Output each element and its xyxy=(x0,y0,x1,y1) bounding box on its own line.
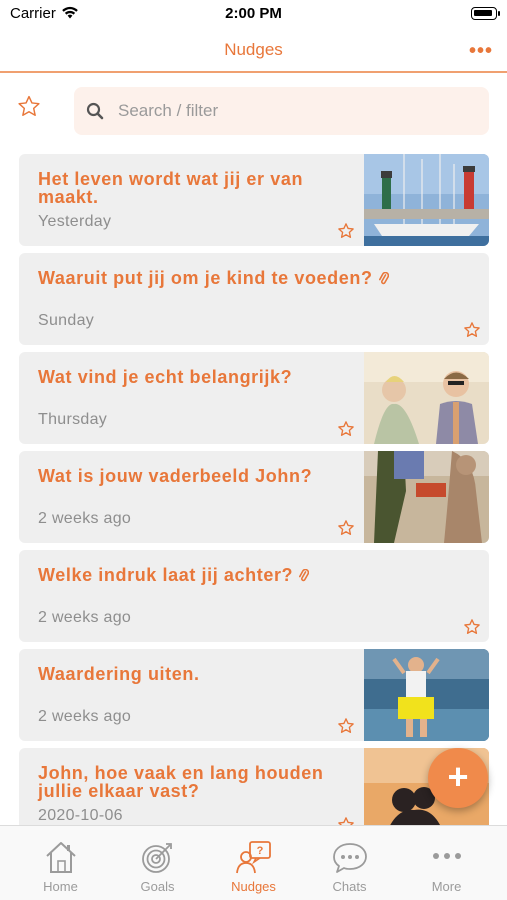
favorite-star-icon[interactable] xyxy=(463,618,481,636)
nudge-title-text: Waaruit put jij om je kind te voeden? xyxy=(38,268,373,288)
home-icon xyxy=(46,842,76,873)
nudge-title: Waaruit put jij om je kind te voeden? xyxy=(38,269,468,287)
status-bar: Carrier 2:00 PM xyxy=(0,0,507,28)
favorite-star-icon[interactable] xyxy=(337,222,355,240)
tab-more-label: More xyxy=(431,879,462,894)
more-options-icon[interactable]: ••• xyxy=(469,40,493,63)
search-input[interactable] xyxy=(118,87,478,135)
page-title: Nudges xyxy=(224,40,283,59)
tab-more[interactable]: More xyxy=(396,826,497,900)
tab-goals-label: Goals xyxy=(140,879,175,894)
nudge-card[interactable]: Welke indruk laat jij achter? 2 weeks ag… xyxy=(19,550,489,642)
nudges-screen: Carrier 2:00 PM Nudges ••• Het leven wor… xyxy=(0,0,507,900)
harbor-photo xyxy=(364,154,489,246)
clock: 2:00 PM xyxy=(225,5,282,22)
nudge-title: John, hoe vaak en lang houden jullie elk… xyxy=(38,763,324,801)
tab-home[interactable]: Home xyxy=(10,826,111,900)
nudge-title: Het leven wordt wat jij er van maakt. xyxy=(38,169,304,207)
favorite-star-icon[interactable] xyxy=(463,321,481,339)
nudge-card[interactable]: Wat is jouw vaderbeeld John? 2 weeks ago xyxy=(19,451,489,543)
tab-goals[interactable]: Goals xyxy=(107,826,208,900)
nudge-title: Welke indruk laat jij achter? xyxy=(38,566,468,584)
wedding-photo xyxy=(364,352,489,444)
favorites-filter-star-icon[interactable] xyxy=(16,94,42,124)
nudge-date: Thursday xyxy=(38,411,108,428)
nudge-date: Sunday xyxy=(38,312,95,329)
search-bar[interactable] xyxy=(74,87,489,135)
tab-nudges-label: Nudges xyxy=(231,879,276,894)
nudge-card[interactable]: Waardering uiten. 2 weeks ago xyxy=(19,649,489,741)
nudge-card[interactable]: Het leven wordt wat jij er van maakt. Ye… xyxy=(19,154,489,246)
tab-nudges[interactable]: ? Nudges xyxy=(203,826,304,900)
attachment-icon xyxy=(378,272,389,285)
plus-icon: + xyxy=(447,756,469,797)
favorite-star-icon[interactable] xyxy=(337,519,355,537)
more-icon xyxy=(433,853,461,859)
nudge-date: 2 weeks ago xyxy=(38,708,132,725)
nudge-date: Yesterday xyxy=(38,213,112,230)
chat-icon xyxy=(333,843,367,873)
add-nudge-button[interactable]: + xyxy=(428,748,488,808)
nudge-title: Wat vind je echt belangrijk? xyxy=(38,367,293,387)
attachment-icon xyxy=(299,569,310,582)
nudge-title-text: Welke indruk laat jij achter? xyxy=(38,565,294,585)
tab-bar: Home Goals ? Nudges Chats More xyxy=(0,825,507,900)
battery-icon xyxy=(471,7,500,20)
tab-chats[interactable]: Chats xyxy=(299,826,400,900)
nudge-title: Wat is jouw vaderbeeld John? xyxy=(38,466,313,486)
search-icon xyxy=(86,102,104,120)
target-icon xyxy=(142,843,172,873)
woodcarving-photo xyxy=(364,451,489,543)
tab-home-label: Home xyxy=(43,879,78,894)
favorite-star-icon[interactable] xyxy=(337,717,355,735)
nudge-date: 2 weeks ago xyxy=(38,609,132,626)
navigation-bar: Nudges ••• xyxy=(0,28,507,73)
nudges-icon: ? xyxy=(236,841,271,874)
tab-chats-label: Chats xyxy=(332,879,367,894)
favorite-star-icon[interactable] xyxy=(337,420,355,438)
nudge-date: 2 weeks ago xyxy=(38,510,132,527)
nudge-card[interactable]: Waaruit put jij om je kind te voeden? Su… xyxy=(19,253,489,345)
svg-text:?: ? xyxy=(257,845,264,857)
beach-child-photo xyxy=(364,649,489,741)
nudge-card[interactable]: Wat vind je echt belangrijk? Thursday xyxy=(19,352,489,444)
nudge-date: 2020-10-06 xyxy=(38,807,123,824)
nudge-title: Waardering uiten. xyxy=(38,664,200,684)
